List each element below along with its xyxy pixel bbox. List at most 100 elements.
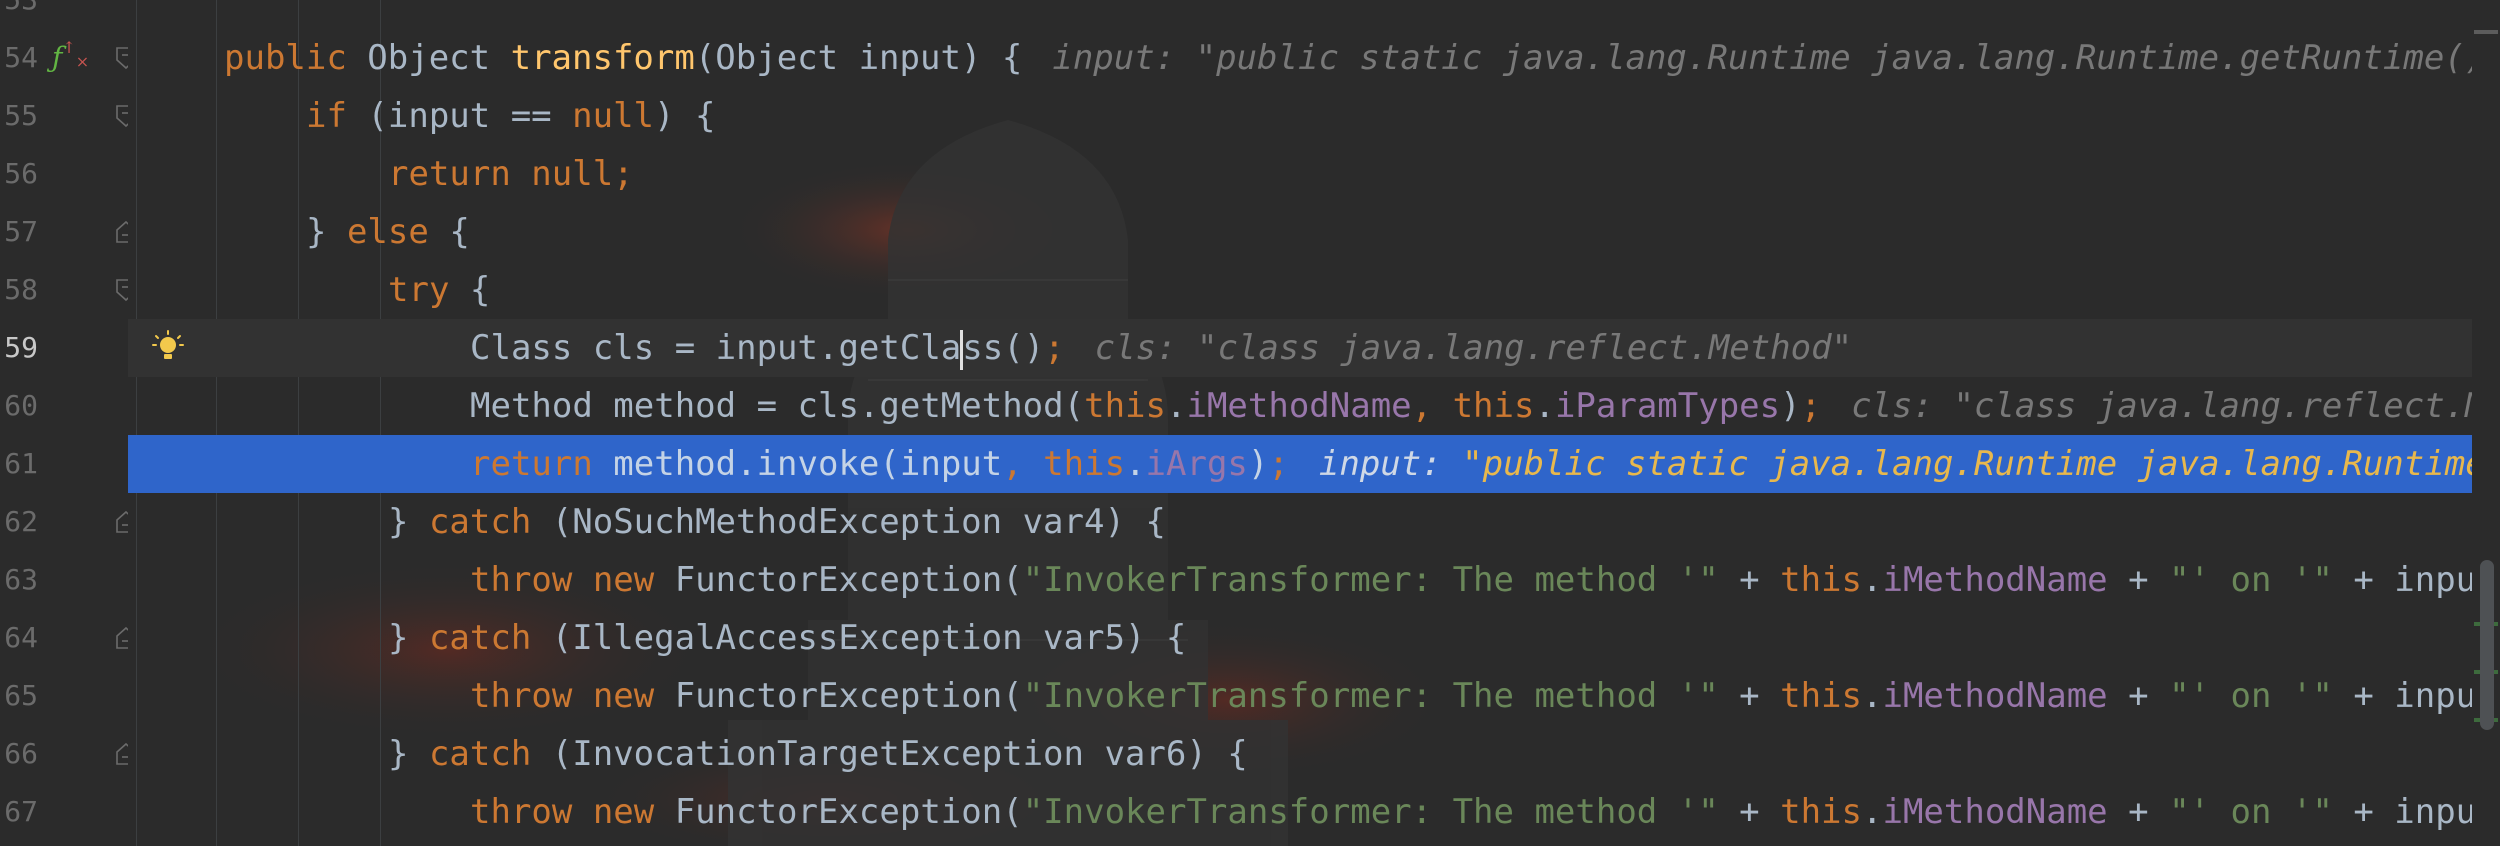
code-line[interactable]: Method method = cls.getMethod(this.iMeth…: [128, 377, 2500, 435]
line-number[interactable]: 63: [0, 551, 38, 609]
code-token: ss(): [962, 328, 1045, 368]
code-token: catch: [428, 734, 552, 774]
line-number[interactable]: 59: [0, 319, 38, 377]
code-token: "InvokerTransformer: The method '": [1022, 792, 1719, 832]
debugger-inline-value: input: "public static java.lang.Runtime …: [1319, 444, 2500, 484]
line-number[interactable]: 55: [0, 87, 38, 145]
code-token: ): [1780, 386, 1801, 426]
code-token: }: [388, 618, 429, 658]
line-number[interactable]: 67: [0, 783, 38, 841]
code-token: {: [469, 270, 491, 310]
inline-value-label: input:: [1318, 444, 1463, 484]
code-token: "' on '": [2169, 792, 2333, 832]
debugger-inline-value: input: "public static java.lang.Runtime …: [1052, 38, 2500, 78]
code-token: "' on '": [2169, 560, 2333, 600]
line-number[interactable]: 60: [0, 377, 38, 435]
code-token: method.invoke(input: [613, 444, 1003, 484]
code-token: (IllegalAccessException var5) {: [551, 618, 1187, 658]
scrollbar-thumb[interactable]: [2480, 560, 2494, 730]
code-line[interactable]: } catch (NoSuchMethodException var4) {: [128, 493, 2500, 551]
code-token: (Object input) {: [694, 38, 1023, 78]
code-line[interactable]: try {: [128, 261, 2500, 319]
code-token: this: [1780, 560, 1862, 600]
code-token: Class cls = input.getCla: [470, 328, 962, 368]
code-token: {: [449, 212, 470, 252]
code-token: +: [2107, 676, 2170, 716]
code-token: ;: [1044, 328, 1065, 368]
code-token: +: [1718, 560, 1781, 600]
code-line[interactable]: throw new FunctorException("InvokerTrans…: [128, 783, 2500, 841]
code-token: ;: [1268, 444, 1289, 484]
code-token: null: [572, 96, 655, 136]
code-token: }: [388, 734, 429, 774]
code-line[interactable]: return null;: [128, 145, 2500, 203]
code-token: (NoSuchMethodException var4) {: [551, 502, 1166, 542]
code-token: ) {: [654, 96, 716, 136]
line-number[interactable]: 64: [0, 609, 38, 667]
code-token: (InvocationTargetException var6) {: [551, 734, 1248, 774]
code-token: , this: [1002, 444, 1126, 484]
code-token: public: [224, 38, 368, 78]
code-line[interactable]: } catch (InvocationTargetException var6)…: [128, 725, 2500, 783]
code-token: try: [388, 270, 470, 310]
code-token: .: [1862, 676, 1883, 716]
lambda-override-icon[interactable]: ƒ↑×: [52, 38, 89, 74]
code-token: (input ==: [367, 96, 573, 136]
code-token: "' on '": [2169, 676, 2333, 716]
line-number[interactable]: 66: [0, 725, 38, 783]
code-token: +: [2107, 792, 2170, 832]
editor-gutter[interactable]: 535455565758596061626364656667 ƒ↑×: [0, 0, 136, 846]
code-token: ): [1247, 444, 1269, 484]
code-line[interactable]: throw new FunctorException("InvokerTrans…: [128, 551, 2500, 609]
line-number[interactable]: 65: [0, 667, 38, 725]
code-token: this: [1780, 676, 1862, 716]
code-token: "InvokerTransformer: The method '": [1022, 560, 1719, 600]
code-line[interactable]: } else {: [128, 203, 2500, 261]
code-token: .: [1125, 444, 1146, 484]
code-token: Method method = cls.getMethod(: [470, 386, 1085, 426]
code-token: transform: [510, 38, 695, 78]
code-token: .: [1862, 560, 1883, 600]
code-token: FunctorException(: [674, 560, 1023, 600]
code-token: iMethodName: [1186, 386, 1412, 426]
code-token: throw new: [470, 676, 675, 716]
code-token: iMethodName: [1882, 792, 2108, 832]
code-line[interactable]: throw new FunctorException("InvokerTrans…: [128, 667, 2500, 725]
inline-value-label: cls: "class java.lang.reflect.Method": [1094, 328, 1853, 368]
code-token: if: [306, 96, 368, 136]
line-number[interactable]: 61: [0, 435, 38, 493]
line-number[interactable]: 62: [0, 493, 38, 551]
debugger-inline-value: cls: "class java.lang.reflect.Method": [1851, 386, 2500, 426]
inline-value-label: cls: "class java.lang.reflect.Method": [1851, 386, 2500, 426]
code-token: iMethodName: [1882, 560, 2108, 600]
code-line[interactable]: Class cls = input.getClass(); cls: "class…: [128, 319, 2500, 377]
code-token: }: [306, 212, 347, 252]
code-token: iArgs: [1145, 444, 1248, 484]
lightbulb-icon[interactable]: [152, 330, 184, 366]
line-number[interactable]: 53: [0, 0, 38, 29]
code-line[interactable]: public Object transform(Object input) { i…: [128, 29, 2500, 87]
error-stripe-marker[interactable]: [2474, 30, 2498, 34]
line-number[interactable]: 56: [0, 145, 38, 203]
code-token: else: [346, 212, 450, 252]
vertical-scrollbar[interactable]: [2472, 0, 2500, 846]
code-token: catch: [428, 502, 552, 542]
code-token: ;: [1800, 386, 1822, 426]
code-token: FunctorException(: [674, 676, 1023, 716]
code-token: this: [1084, 386, 1166, 426]
code-token: catch: [428, 618, 552, 658]
code-token: +: [2107, 560, 2170, 600]
code-token: "InvokerTransformer: The method '": [1022, 676, 1719, 716]
line-number[interactable]: 54: [0, 29, 38, 87]
code-token: +: [1718, 792, 1781, 832]
code-token: return: [470, 444, 614, 484]
code-line[interactable]: return method.invoke(input, this.iArgs);…: [128, 435, 2500, 493]
code-token: , this: [1411, 386, 1535, 426]
code-editor[interactable]: public Object transform(Object input) { i…: [128, 0, 2500, 846]
code-token: Object: [367, 38, 511, 78]
code-line[interactable]: } catch (IllegalAccessException var5) {: [128, 609, 2500, 667]
line-number[interactable]: 57: [0, 203, 38, 261]
code-token: throw new: [470, 792, 675, 832]
line-number[interactable]: 58: [0, 261, 38, 319]
code-line[interactable]: if (input == null) {: [128, 87, 2500, 145]
